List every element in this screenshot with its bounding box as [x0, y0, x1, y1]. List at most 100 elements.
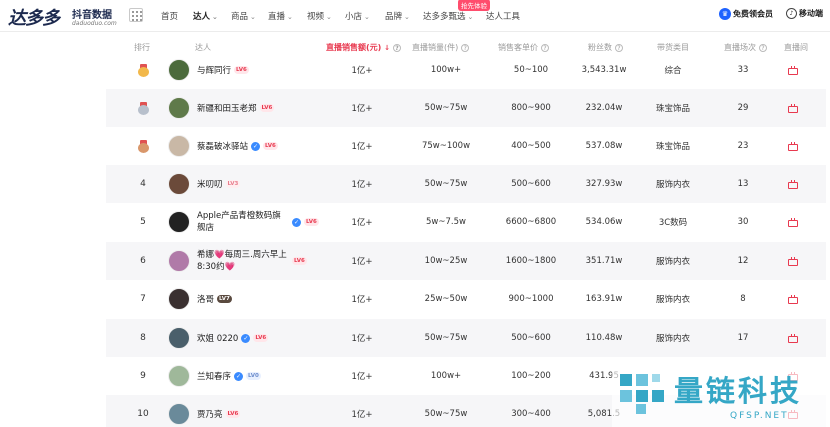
fans-cell: 163.91w	[585, 294, 623, 304]
nav-item[interactable]: 品牌 ⌄	[385, 10, 410, 22]
live-room-cell[interactable]	[786, 242, 800, 280]
live-tv-icon[interactable]	[788, 333, 798, 343]
talent-name-cell[interactable]: Apple产品青橙数码旗舰店 ✓ LV6	[197, 203, 319, 241]
avatar[interactable]	[168, 403, 190, 425]
live-volume-cell: 50w~75w	[424, 103, 468, 113]
avatar[interactable]	[168, 97, 190, 119]
category-cell: 综合	[664, 66, 682, 76]
table-row[interactable]: 8 欢姐 0220 ✓ LV6 1亿+ 50w~75w 500~600 110.48w 服饰内衣…	[106, 319, 826, 357]
talent-name-cell[interactable]: 蔡磊破冰驿站 ✓ LV6	[197, 127, 278, 165]
talent-name[interactable]: 贾乃亮	[197, 408, 223, 420]
avatar[interactable]	[168, 173, 190, 195]
table-row[interactable]: 新疆和田玉老郑 LV6 1亿+ 50w~75w 800~900 232.04w 珠宝饰品 29	[106, 89, 826, 127]
fans-cell: 327.93w	[585, 179, 623, 189]
talent-name[interactable]: Apple产品青橙数码旗舰店	[197, 210, 289, 234]
nav-item[interactable]: 视频 ⌄	[307, 10, 332, 22]
watermark: 量链科技 QFSP.NET	[612, 366, 830, 427]
nav-item[interactable]: 达人 ⌄	[193, 10, 218, 22]
talent-name[interactable]: 与辉同行	[197, 64, 231, 76]
talent-name[interactable]: 新疆和田玉老郑	[197, 102, 257, 114]
talent-name-cell[interactable]: 米叨叨 LV3	[197, 165, 241, 203]
rank-number: 10	[137, 409, 149, 419]
table-row[interactable]: 6 希娜💗每周三.周六早上8:30约💗 LV6 1亿+ 10w~25w 1600~1800…	[106, 242, 826, 280]
rank-number: 5	[140, 217, 146, 227]
rank-cell: 4	[130, 165, 156, 203]
talent-name-cell[interactable]: 希娜💗每周三.周六早上8:30约💗 LV6	[197, 242, 307, 280]
live-volume-cell: 10w~25w	[424, 256, 468, 266]
live-tv-icon[interactable]	[788, 179, 798, 189]
talent-name[interactable]: 洛哥	[197, 293, 214, 305]
live-tv-icon[interactable]	[788, 256, 798, 266]
talent-name-cell[interactable]: 兰知春序 ✓ LV0	[197, 357, 261, 395]
table-row[interactable]: 与辉同行 LV6 1亿+ 100w+ 50~100 3,543.31w 综合 33	[106, 51, 826, 89]
level-badge: LV6	[253, 334, 269, 342]
avatar[interactable]	[168, 211, 190, 233]
brand-logo[interactable]: 达多多 抖音数据 daduoduo.com	[8, 4, 126, 30]
talent-name-cell[interactable]: 贾乃亮 LV6	[197, 395, 241, 427]
fans-cell: 110.48w	[585, 333, 623, 343]
live-room-cell[interactable]	[786, 203, 800, 241]
category-cell: 3C数码	[658, 218, 688, 228]
avatar[interactable]	[168, 59, 190, 81]
nav-item[interactable]: 商品 ⌄	[231, 10, 256, 22]
live-room-cell[interactable]	[786, 165, 800, 203]
talent-name[interactable]: 欢姐 0220	[197, 332, 238, 344]
avg-price-cell: 900~1000	[508, 294, 554, 304]
table-row[interactable]: 蔡磊破冰驿站 ✓ LV6 1亿+ 75w~100w 400~500 537.08w 珠宝饰品 2…	[106, 127, 826, 165]
level-badge: LV6	[263, 142, 278, 150]
talent-name-cell[interactable]: 洛哥 LV7	[197, 280, 232, 318]
nav-item-label: 商品	[231, 12, 249, 22]
chevron-down-icon: ⌄	[212, 13, 218, 21]
table-row[interactable]: 5 Apple产品青橙数码旗舰店 ✓ LV6 1亿+ 5w~7.5w 6600~6800 53…	[106, 203, 826, 241]
mobile-button[interactable]: ♪ 移动端	[786, 8, 823, 19]
talent-name[interactable]: 兰知春序	[197, 370, 231, 382]
live-room-cell[interactable]	[786, 127, 800, 165]
bronze-medal-icon	[137, 139, 149, 153]
live-tv-icon[interactable]	[788, 103, 798, 113]
level-badge: LV0	[246, 372, 261, 380]
live-count-cell: 29	[737, 103, 749, 113]
avatar[interactable]	[168, 288, 190, 310]
live-tv-icon[interactable]	[788, 65, 798, 75]
talent-name[interactable]: 米叨叨	[197, 178, 223, 190]
free-member-button[interactable]: ♛ 免费领会员	[719, 8, 773, 23]
live-count-cell: 13	[737, 179, 749, 189]
talent-name[interactable]: 蔡磊破冰驿站	[197, 140, 248, 152]
live-room-cell[interactable]	[786, 280, 800, 318]
live-tv-icon[interactable]	[788, 294, 798, 304]
talent-name-cell[interactable]: 与辉同行 LV6	[197, 51, 249, 89]
talent-name[interactable]: 希娜💗每周三.周六早上8:30约💗	[197, 249, 289, 273]
rank-cell: 7	[130, 280, 156, 318]
live-room-cell[interactable]	[786, 89, 800, 127]
watermark-sub: QFSP.NET	[730, 411, 789, 421]
talent-name-cell[interactable]: 新疆和田玉老郑 LV6	[197, 89, 275, 127]
nav-item-label: 品牌	[385, 12, 403, 22]
nav-item-label: 直播	[268, 12, 286, 22]
live-volume-cell: 5w~7.5w	[426, 217, 466, 227]
nav-item[interactable]: 直播 ⌄	[268, 10, 293, 22]
table-row[interactable]: 4 米叨叨 LV3 1亿+ 50w~75w 500~600 327.93w 服饰内衣 13	[106, 165, 826, 203]
live-room-cell[interactable]	[786, 51, 800, 89]
live-count-cell: 17	[737, 333, 749, 343]
rank-number: 4	[140, 179, 146, 189]
avatar[interactable]	[168, 250, 190, 272]
live-tv-icon[interactable]	[788, 217, 798, 227]
nav-item[interactable]: 达多多甄选 ⌄	[423, 10, 473, 22]
live-tv-icon[interactable]	[788, 141, 798, 151]
avatar[interactable]	[168, 365, 190, 387]
category-cell: 服饰内衣	[655, 295, 690, 305]
nav-item[interactable]: 达人工具	[486, 10, 520, 22]
avatar[interactable]	[168, 327, 190, 349]
nav-item[interactable]: 小店 ⌄	[345, 10, 370, 22]
hot-badge: 抢先体验	[458, 0, 490, 11]
live-count-cell: 12	[737, 256, 749, 266]
nav-item-label: 首页	[161, 12, 179, 22]
apps-grid-icon[interactable]	[129, 8, 143, 22]
live-room-cell[interactable]	[786, 319, 800, 357]
live-sales-cell: 1亿+	[351, 295, 373, 305]
talent-name-cell[interactable]: 欢姐 0220 ✓ LV6	[197, 319, 269, 357]
table-row[interactable]: 7 洛哥 LV7 1亿+ 25w~50w 900~1000 163.91w 服饰内衣 8	[106, 280, 826, 318]
fans-cell: 537.08w	[585, 141, 623, 151]
avatar[interactable]	[168, 135, 190, 157]
nav-item[interactable]: 首页	[161, 10, 178, 22]
